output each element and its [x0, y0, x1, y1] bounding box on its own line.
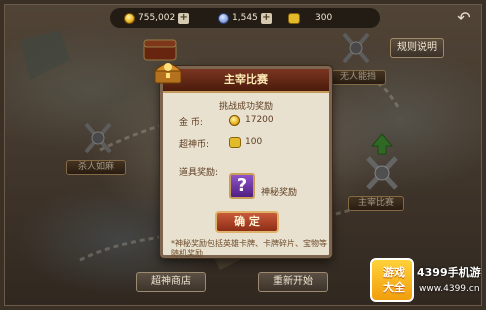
screen-frame — [0, 0, 486, 310]
game-screen: 杀人如麻 无人能挡 主宰比赛 755,002 + 1,545 + 300 ↶ 规… — [0, 0, 486, 310]
